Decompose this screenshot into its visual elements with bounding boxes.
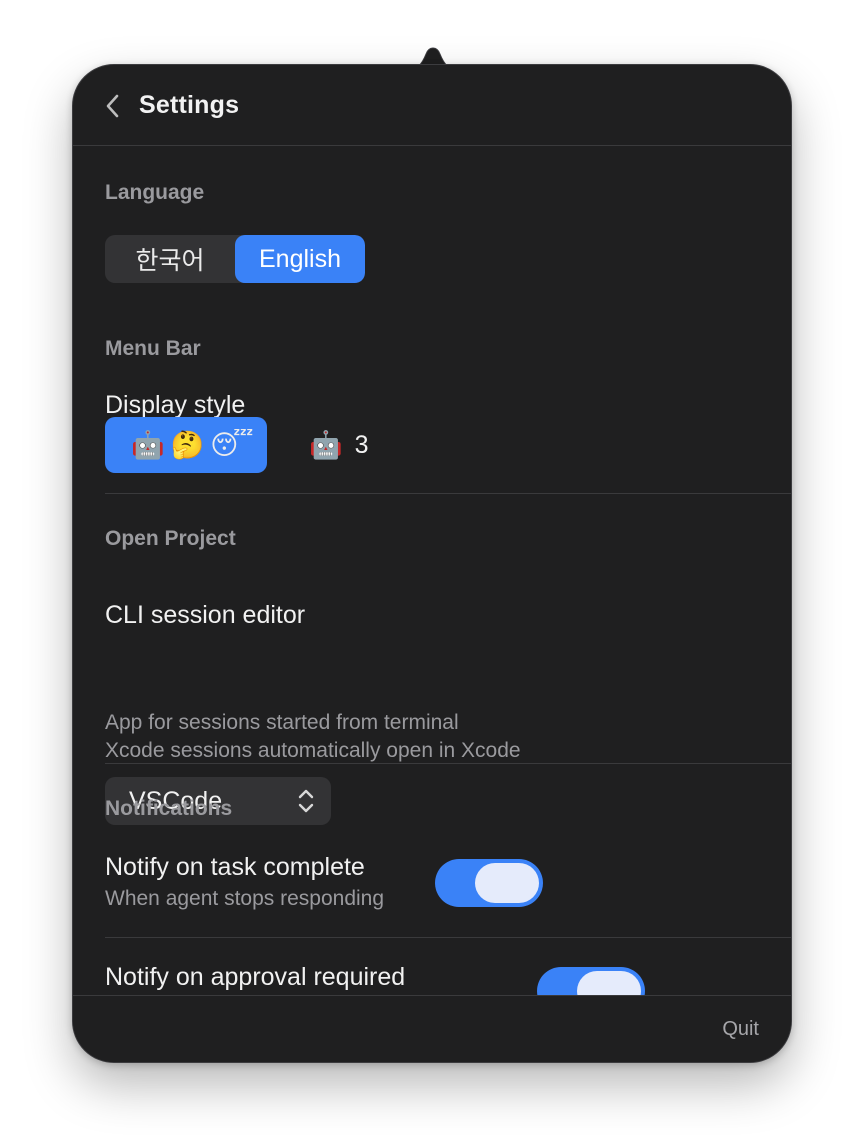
language-segmented-control: 한국어 English — [105, 235, 365, 283]
settings-content[interactable]: Language 한국어 English Menu Bar Display st… — [73, 147, 791, 997]
notify-task-complete-description: When agent stops responding — [105, 887, 385, 910]
robot-emoji-icon: 🤖 — [131, 429, 165, 461]
chevron-up-down-icon — [298, 789, 314, 813]
language-option-english[interactable]: English — [235, 235, 365, 283]
display-style-label: Display style — [105, 391, 246, 419]
chevron-left-icon — [106, 94, 119, 118]
toggle-knob — [475, 863, 539, 903]
quit-button[interactable]: Quit — [722, 1018, 759, 1041]
divider — [105, 937, 791, 938]
open-project-section-title: Open Project — [105, 527, 236, 550]
robot-emoji-icon: 🤖 — [309, 429, 343, 461]
language-option-korean[interactable]: 한국어 — [105, 235, 235, 283]
cli-session-editor-label: CLI session editor — [105, 601, 306, 629]
language-section-title: Language — [105, 181, 205, 204]
back-button[interactable] — [99, 89, 127, 123]
display-style-option-emojis[interactable]: 🤖 🤔 😴 — [105, 417, 267, 473]
page-title: Settings — [139, 91, 240, 119]
divider — [105, 763, 791, 764]
divider — [105, 493, 791, 494]
notify-task-complete-label: Notify on task complete — [105, 853, 365, 881]
notifications-section-title: Notifications — [105, 797, 233, 820]
toggle-knob — [577, 971, 641, 997]
notify-approval-required-toggle[interactable] — [537, 967, 645, 997]
notify-task-complete-toggle[interactable] — [435, 859, 543, 907]
thinking-emoji-icon: 🤔 — [170, 429, 205, 461]
menu-bar-section-title: Menu Bar — [105, 337, 201, 360]
settings-popover: Settings Language 한국어 English Menu Bar D… — [72, 64, 792, 1063]
cli-session-editor-description-1: App for sessions started from terminal — [105, 711, 459, 734]
sleeping-emoji-icon: 😴 — [210, 429, 254, 461]
cli-session-editor-description-2: Xcode sessions automatically open in Xco… — [105, 739, 521, 762]
stage: Settings Language 한국어 English Menu Bar D… — [0, 0, 864, 1144]
session-count: 3 — [354, 430, 369, 459]
settings-footer: Quit — [73, 995, 791, 1062]
display-style-option-count[interactable]: 🤖 3 — [291, 417, 401, 473]
settings-header: Settings — [73, 65, 791, 146]
notify-approval-required-label: Notify on approval required — [105, 963, 406, 991]
